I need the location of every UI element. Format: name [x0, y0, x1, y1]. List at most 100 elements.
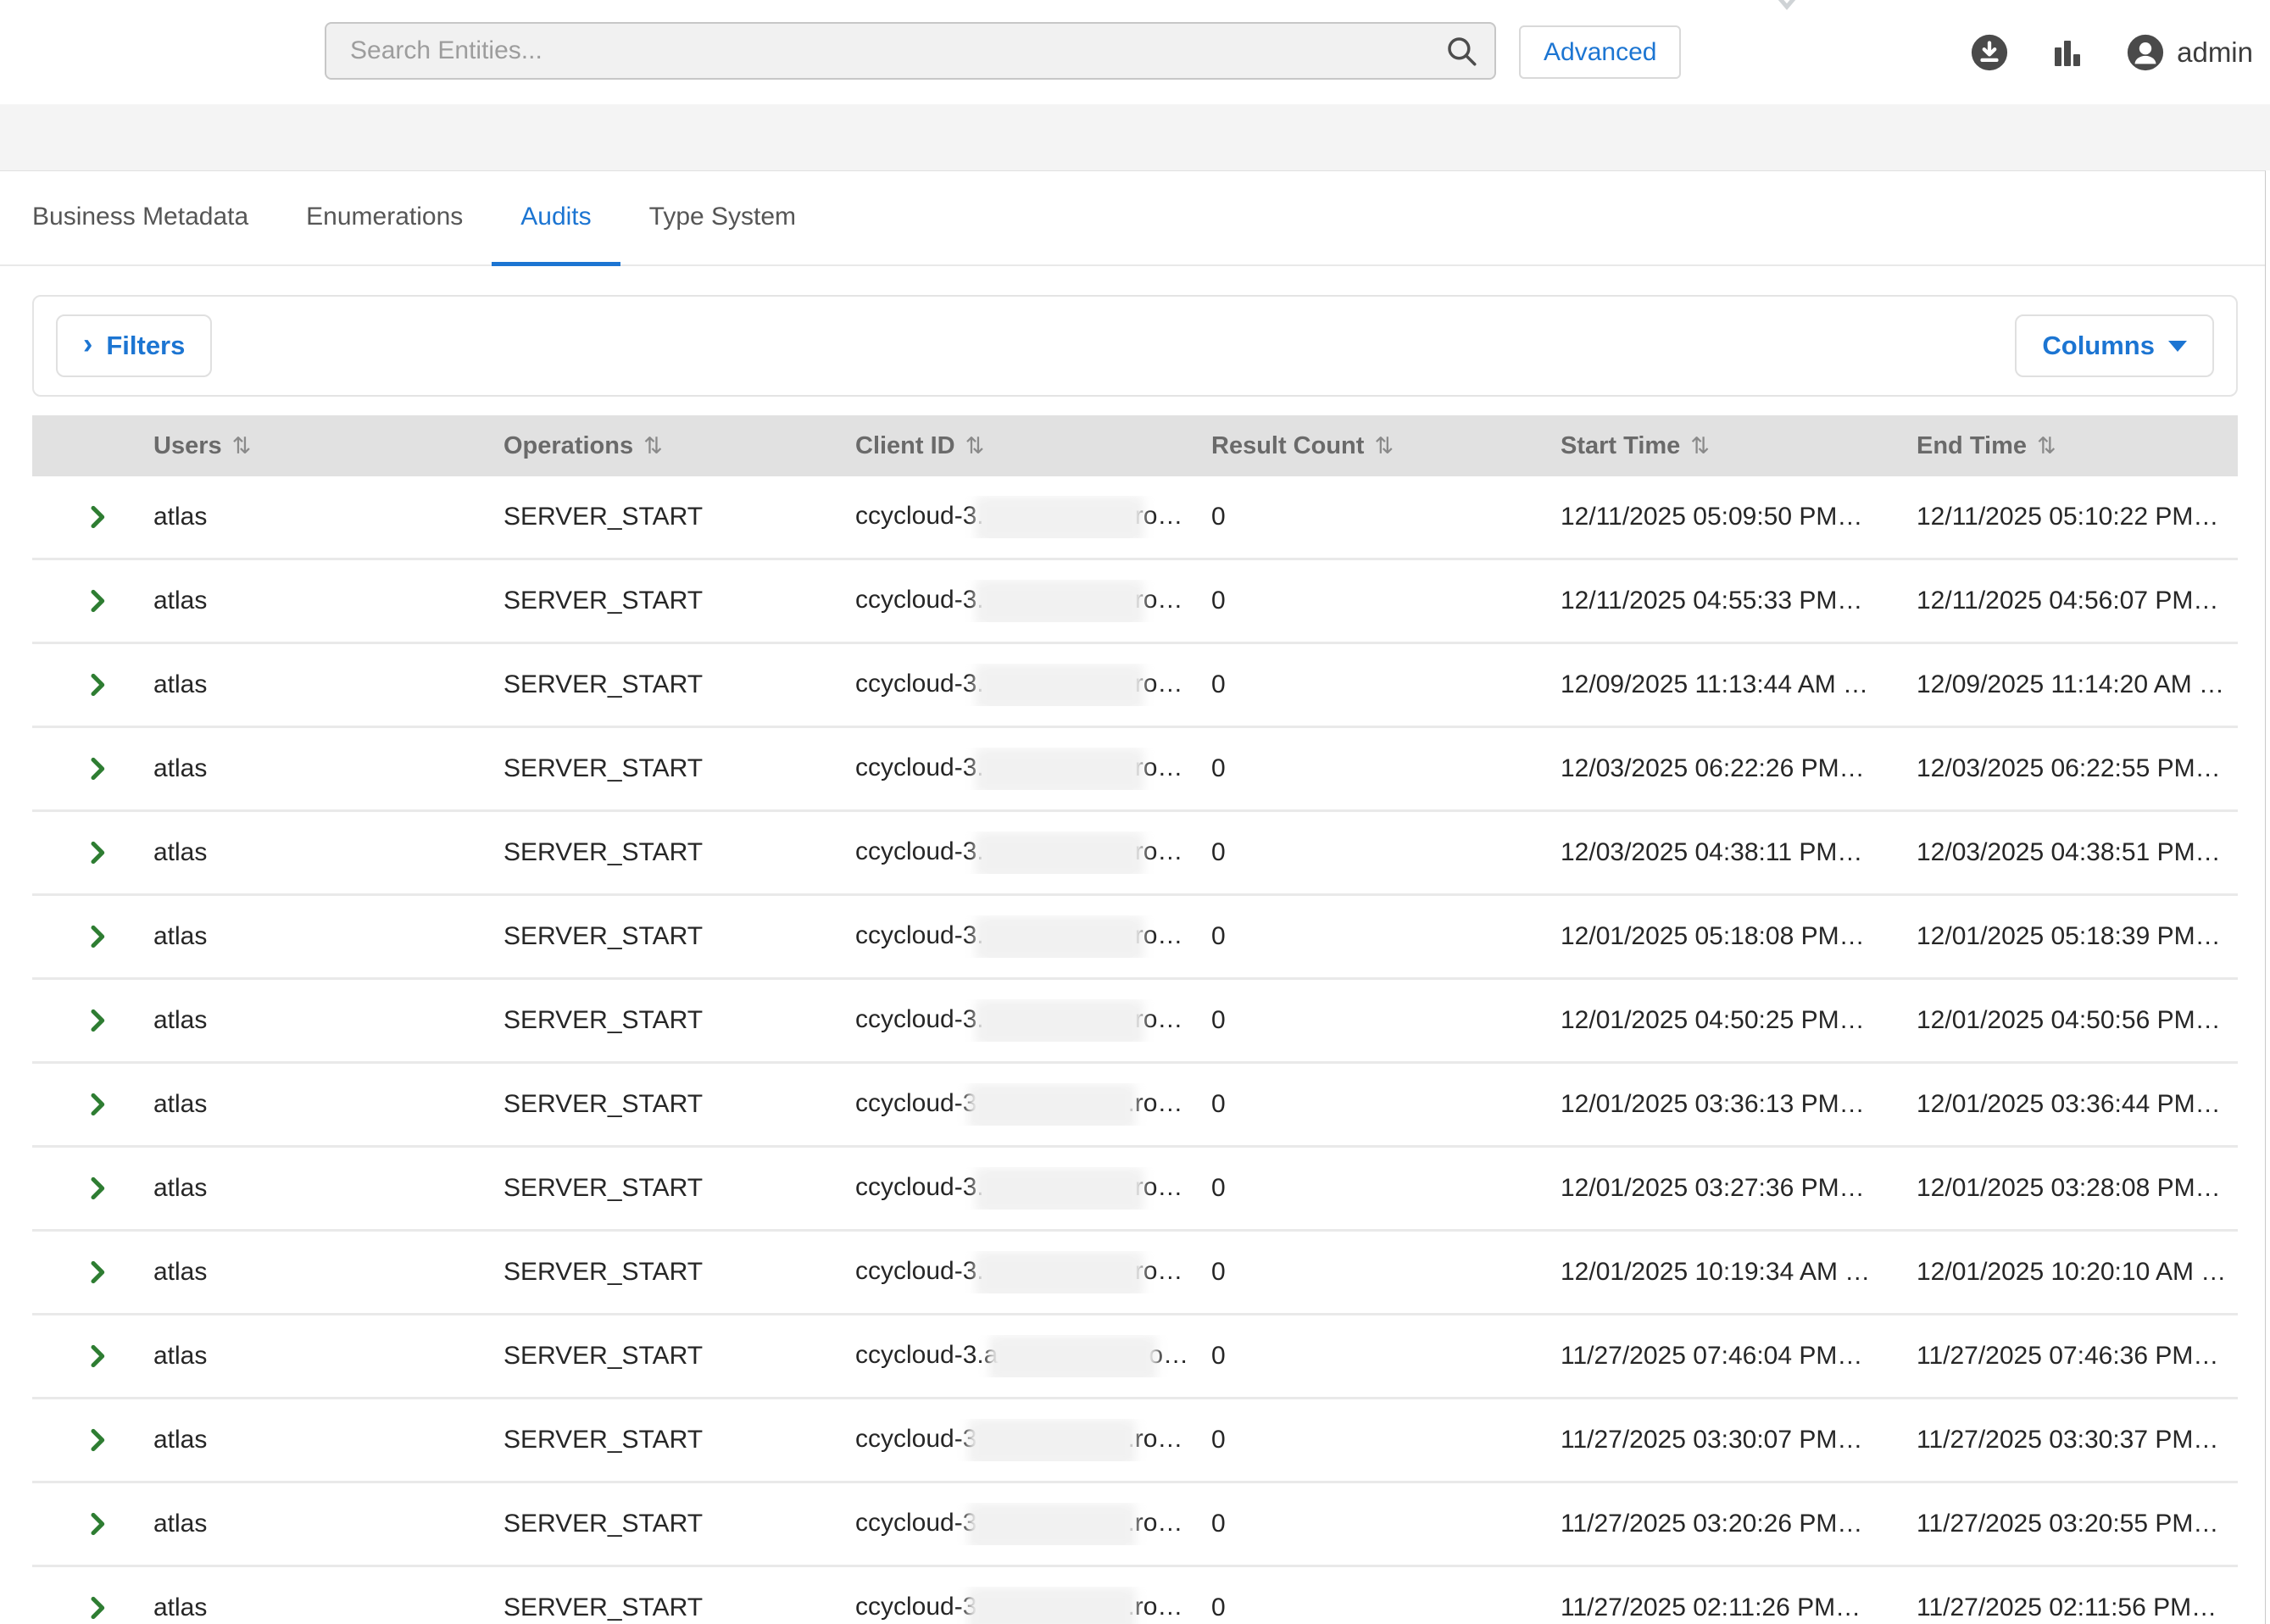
column-header-label: Operations: [504, 432, 633, 460]
start-time-cell: 12/01/2025 05:18:08 PM…: [1561, 922, 1917, 951]
start-time-cell: 11/27/2025 03:20:26 PM…: [1561, 1510, 1917, 1538]
client-id-suffix: .ro…: [1127, 1425, 1182, 1453]
user-menu[interactable]: admin: [2126, 33, 2253, 72]
expander-cell: [32, 1593, 153, 1622]
columns-button-label: Columns: [2042, 331, 2155, 361]
expander-cell: [32, 1342, 153, 1371]
client-id-cell: ccycloud-3.ro…: [855, 1503, 1211, 1545]
sort-icon[interactable]: ⇅: [232, 433, 252, 459]
tab-business-metadata[interactable]: Business Metadata: [3, 171, 277, 266]
entity-search: [325, 22, 1496, 80]
client-id-cell: ccycloud-3.ro…: [855, 580, 1211, 622]
table-row: atlasSERVER_STARTccycloud-3.ro…012/03/20…: [32, 812, 2238, 896]
sort-icon[interactable]: ⇅: [965, 433, 985, 459]
user-cell: atlas: [153, 1006, 504, 1035]
client-id-cell: ccycloud-3.ro…: [855, 1167, 1211, 1210]
user-cell: atlas: [153, 1510, 504, 1538]
client-id-cell: ccycloud-3.ao…: [855, 1335, 1211, 1377]
search-input[interactable]: [325, 22, 1496, 80]
top-bar-actions: admin: [1970, 0, 2253, 104]
user-cell: atlas: [153, 670, 504, 699]
client-id-prefix: ccycloud-3.: [855, 586, 984, 614]
tab-enumerations[interactable]: Enumerations: [277, 171, 492, 266]
end-time-cell: 12/01/2025 05:18:39 PM…: [1917, 922, 2238, 951]
tab-audits[interactable]: Audits: [492, 171, 620, 266]
row-expand-chevron-icon[interactable]: [83, 670, 112, 699]
table-row: atlasSERVER_STARTccycloud-3.ro…012/11/20…: [32, 560, 2238, 644]
column-header-result-count[interactable]: Result Count⇅: [1211, 432, 1561, 460]
sort-icon[interactable]: ⇅: [2037, 433, 2056, 459]
start-time-cell: 12/11/2025 05:09:50 PM…: [1561, 503, 1917, 531]
row-expand-chevron-icon[interactable]: [83, 1258, 112, 1287]
operation-cell: SERVER_START: [504, 1426, 855, 1454]
end-time-cell: 11/27/2025 03:30:37 PM…: [1917, 1426, 2238, 1454]
page-background-band: [0, 104, 2270, 170]
sort-icon[interactable]: ⇅: [1374, 433, 1394, 459]
start-time-cell: 12/01/2025 04:50:25 PM…: [1561, 1006, 1917, 1035]
column-header-label: Users: [153, 432, 222, 460]
client-id-cell: ccycloud-3.ro…: [855, 831, 1211, 874]
table-row: atlasSERVER_STARTccycloud-3.ro…012/09/20…: [32, 644, 2238, 728]
redacted-text-block: [968, 1419, 1136, 1461]
client-id-cell: ccycloud-3.ro…: [855, 496, 1211, 538]
expander-cell: [32, 1006, 153, 1035]
row-expand-chevron-icon[interactable]: [83, 838, 112, 867]
operation-cell: SERVER_START: [504, 1090, 855, 1119]
start-time-cell: 11/27/2025 02:11:26 PM…: [1561, 1593, 1917, 1622]
start-time-cell: 11/27/2025 03:30:07 PM…: [1561, 1426, 1917, 1454]
table-row: atlasSERVER_STARTccycloud-3.ro…012/01/20…: [32, 1148, 2238, 1232]
advanced-search-button[interactable]: Advanced: [1519, 25, 1681, 79]
result-count-cell: 0: [1211, 1426, 1561, 1454]
result-count-cell: 0: [1211, 1174, 1561, 1203]
result-count-cell: 0: [1211, 1593, 1561, 1622]
sort-icon[interactable]: ⇅: [643, 433, 663, 459]
client-id-prefix: ccycloud-3.: [855, 754, 984, 781]
end-time-cell: 12/11/2025 05:10:22 PM…: [1917, 503, 2238, 531]
column-header-end-time[interactable]: End Time⇅: [1917, 432, 2238, 460]
row-expand-chevron-icon[interactable]: [83, 1174, 112, 1203]
row-expand-chevron-icon[interactable]: [83, 1006, 112, 1035]
filters-toggle-button[interactable]: › Filters: [56, 314, 212, 377]
row-expand-chevron-icon[interactable]: [83, 922, 112, 951]
client-id-prefix: ccycloud-3.: [855, 1005, 984, 1033]
row-expand-chevron-icon[interactable]: [83, 1593, 112, 1622]
result-count-cell: 0: [1211, 503, 1561, 531]
start-time-cell: 12/01/2025 03:27:36 PM…: [1561, 1174, 1917, 1203]
screen: Advanced: [0, 0, 2270, 1624]
client-id-prefix: ccycloud-3.: [855, 502, 984, 530]
expander-cell: [32, 503, 153, 531]
end-time-cell: 12/01/2025 03:28:08 PM…: [1917, 1174, 2238, 1203]
row-expand-chevron-icon[interactable]: [83, 1090, 112, 1119]
row-expand-chevron-icon[interactable]: [83, 503, 112, 531]
expander-cell: [32, 587, 153, 615]
row-expand-chevron-icon[interactable]: [83, 1342, 112, 1371]
row-expand-chevron-icon[interactable]: [83, 1426, 112, 1454]
table-row: atlasSERVER_STARTccycloud-3.ro…011/27/20…: [32, 1483, 2238, 1567]
end-time-cell: 11/27/2025 03:20:55 PM…: [1917, 1510, 2238, 1538]
row-expand-chevron-icon[interactable]: [83, 1510, 112, 1538]
table-row: atlasSERVER_STARTccycloud-3.ro…012/01/20…: [32, 1232, 2238, 1315]
row-expand-chevron-icon[interactable]: [83, 587, 112, 615]
column-header-start-time[interactable]: Start Time⇅: [1561, 432, 1917, 460]
operation-cell: SERVER_START: [504, 754, 855, 783]
column-header-client-id[interactable]: Client ID⇅: [855, 432, 1211, 460]
row-expand-chevron-icon[interactable]: [83, 754, 112, 783]
tab-type-system[interactable]: Type System: [620, 171, 825, 266]
download-icon[interactable]: [1970, 33, 2009, 72]
statistics-bar-chart-icon[interactable]: [2048, 33, 2087, 72]
operation-cell: SERVER_START: [504, 670, 855, 699]
redacted-text-block: [976, 664, 1143, 706]
column-header-operations[interactable]: Operations ⇅: [504, 432, 855, 460]
redacted-text-block: [989, 1335, 1157, 1377]
user-cell: atlas: [153, 754, 504, 783]
client-id-prefix: ccycloud-3.a: [855, 1341, 998, 1369]
table-row: atlasSERVER_STARTccycloud-3.ro…012/03/20…: [32, 728, 2238, 812]
search-icon[interactable]: [1444, 33, 1479, 69]
operation-cell: SERVER_START: [504, 1593, 855, 1622]
redacted-text-block: [976, 496, 1143, 538]
end-time-cell: 12/01/2025 10:20:10 AM …: [1917, 1258, 2238, 1287]
column-header-users[interactable]: Users ⇅: [153, 432, 504, 460]
sort-icon[interactable]: ⇅: [1690, 433, 1710, 459]
columns-dropdown-button[interactable]: Columns: [2015, 314, 2214, 377]
client-id-cell: ccycloud-3.ro…: [855, 1083, 1211, 1126]
